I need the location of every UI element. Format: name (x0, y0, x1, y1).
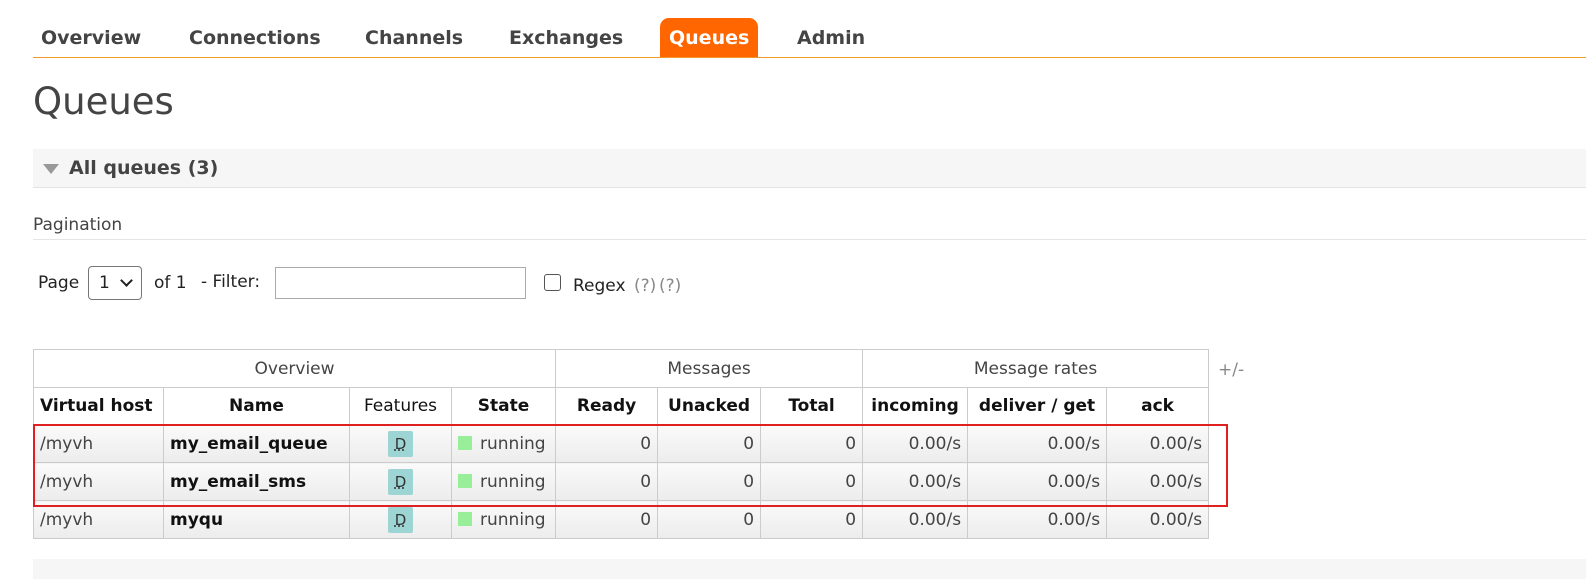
incoming-rate-cell: 0.00/s (862, 500, 969, 539)
unacked-cell: 0 (657, 462, 762, 501)
tab-connections[interactable]: Connections (189, 18, 321, 57)
total-cell: 0 (760, 424, 864, 463)
tab-channels[interactable]: Channels (365, 18, 463, 57)
regex-checkbox[interactable] (544, 274, 561, 291)
group-header-messages: Messages (555, 349, 864, 388)
queues-table: Overview Messages Message rates Virtual … (32, 349, 1210, 539)
vhost-cell: /myvh (33, 462, 164, 501)
features-cell: D (349, 424, 452, 463)
features-cell: D (349, 462, 452, 501)
total-cell: 0 (760, 500, 864, 539)
filter-label: - Filter: (201, 272, 261, 292)
durable-badge: D (388, 468, 413, 495)
tab-exchanges[interactable]: Exchanges (509, 18, 623, 57)
unacked-cell: 0 (657, 500, 762, 539)
deliver-rate-cell: 0.00/s (967, 424, 1108, 463)
column-header-deliver-get[interactable]: deliver / get (967, 387, 1108, 425)
regex-label: Regex (573, 276, 626, 296)
vhost-cell: /myvh (33, 500, 164, 539)
column-header-ready[interactable]: Ready (555, 387, 659, 425)
page-label: Page (38, 273, 80, 293)
durable-badge: D (388, 430, 413, 457)
ack-rate-cell: 0.00/s (1106, 462, 1210, 501)
state-cell: running (450, 462, 557, 501)
page-title: Queues (33, 80, 174, 123)
column-header-total[interactable]: Total (760, 387, 864, 425)
queue-name-link[interactable]: my_email_queue (163, 424, 350, 463)
deliver-rate-cell: 0.00/s (967, 500, 1108, 539)
state-label: running (480, 471, 546, 492)
total-cell: 0 (760, 462, 864, 501)
unacked-cell: 0 (657, 424, 762, 463)
table-row[interactable]: /myvh myqu D running 0 0 0 0.00/s 0.00/s… (33, 500, 1210, 539)
incoming-rate-cell: 0.00/s (862, 424, 969, 463)
column-header-ack[interactable]: ack (1106, 387, 1210, 425)
column-toggle-button[interactable]: +/- (1218, 360, 1244, 380)
ack-rate-cell: 0.00/s (1106, 500, 1210, 539)
page-select[interactable]: 1 (88, 266, 142, 300)
state-indicator-icon (458, 511, 472, 526)
state-indicator-icon (458, 473, 472, 488)
ack-rate-cell: 0.00/s (1106, 424, 1210, 463)
features-cell: D (349, 500, 452, 539)
state-indicator-icon (458, 435, 472, 450)
table-row[interactable]: /myvh my_email_sms D running 0 0 0 0.00/… (33, 462, 1210, 501)
incoming-rate-cell: 0.00/s (862, 462, 969, 501)
next-section-header (33, 559, 1586, 579)
collapse-triangle-icon (43, 164, 59, 174)
pagination-heading: Pagination (33, 215, 123, 235)
queue-name-link[interactable]: myqu (163, 500, 350, 539)
tab-admin[interactable]: Admin (797, 18, 865, 57)
filter-input[interactable] (275, 267, 526, 299)
deliver-rate-cell: 0.00/s (967, 462, 1108, 501)
group-header-message-rates: Message rates (862, 349, 1210, 388)
ready-cell: 0 (555, 462, 659, 501)
page-select-value: 1 (99, 273, 110, 293)
regex-help-link-2[interactable]: (?) (659, 276, 681, 296)
column-header-state[interactable]: State (450, 387, 557, 425)
ready-cell: 0 (555, 424, 659, 463)
column-header-features: Features (349, 387, 452, 425)
column-header-unacked[interactable]: Unacked (657, 387, 762, 425)
durable-badge: D (388, 506, 413, 533)
regex-help-link[interactable]: (?) (634, 276, 656, 296)
state-cell: running (450, 424, 557, 463)
section-title: All queues (3) (69, 157, 219, 179)
tab-overview[interactable]: Overview (41, 18, 141, 57)
vhost-cell: /myvh (33, 424, 164, 463)
group-header-overview: Overview (32, 349, 557, 388)
all-queues-section-toggle[interactable]: All queues (3) (33, 149, 1586, 188)
main-nav: Overview Connections Channels Exchanges … (33, 18, 1586, 58)
ready-cell: 0 (555, 500, 659, 539)
state-cell: running (450, 500, 557, 539)
column-header-incoming[interactable]: incoming (862, 387, 969, 425)
page-count-label: of 1 (154, 273, 187, 293)
divider (33, 239, 1586, 240)
state-label: running (480, 433, 546, 454)
column-header-name[interactable]: Name (163, 387, 350, 425)
chevron-down-icon (120, 274, 133, 287)
queue-name-link[interactable]: my_email_sms (163, 462, 350, 501)
state-label: running (480, 509, 546, 530)
column-header-virtual-host[interactable]: Virtual host (33, 387, 164, 425)
table-row[interactable]: /myvh my_email_queue D running 0 0 0 0.0… (33, 424, 1210, 463)
tab-queues[interactable]: Queues (660, 18, 759, 57)
